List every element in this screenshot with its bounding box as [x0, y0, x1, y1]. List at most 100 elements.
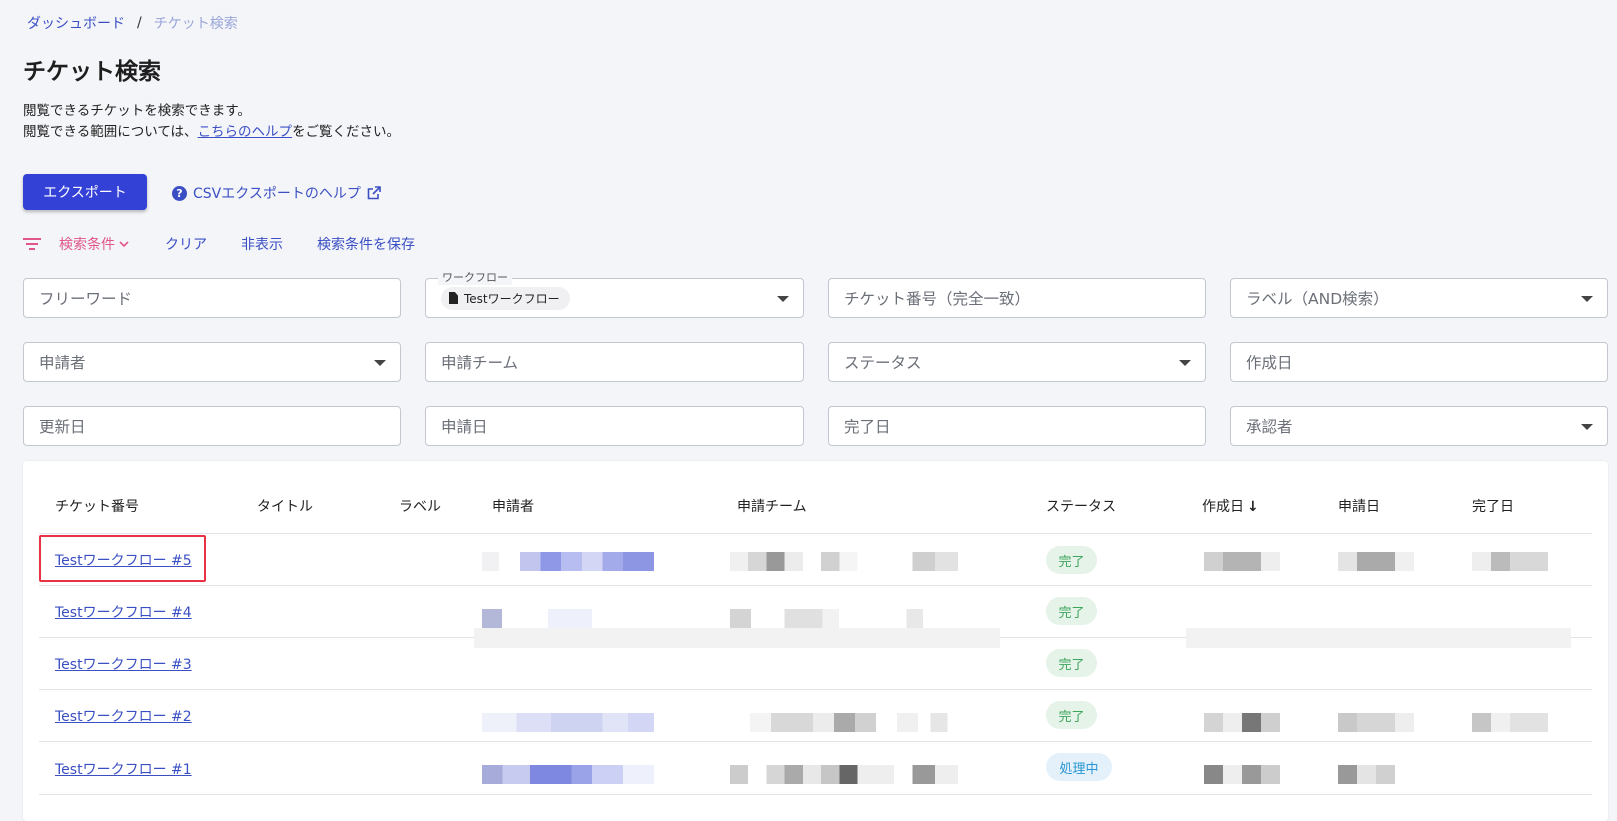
description-line-2: 閲覧できる範囲については、こちらのヘルプをご覧ください。 — [23, 122, 400, 143]
chevron-down-icon — [119, 241, 129, 248]
col-header-team[interactable]: 申請チーム — [737, 496, 807, 516]
hide-button[interactable]: 非表示 — [241, 234, 283, 254]
redacted-applied-date — [1338, 713, 1414, 732]
ticket-link[interactable]: Testワークフロー #3 — [55, 654, 192, 674]
status-badge: 完了 — [1046, 546, 1097, 574]
workflow-select[interactable]: ワークフロー Testワークフロー — [425, 271, 804, 318]
redacted-team — [730, 765, 958, 784]
row-divider — [39, 585, 1592, 586]
ticket-number-input[interactable]: チケット番号（完全一致） — [828, 278, 1206, 318]
dropdown-caret-icon — [1179, 360, 1191, 366]
breadcrumb-current: チケット検索 — [153, 16, 238, 32]
redacted-strip — [1186, 628, 1571, 648]
applied-date-input[interactable]: 申請日 — [425, 406, 804, 446]
csv-export-help-link[interactable]: ? CSVエクスポートのヘルプ — [172, 183, 381, 203]
help-link[interactable]: こちらのヘルプ — [198, 124, 293, 140]
page-title: チケット検索 — [23, 59, 161, 85]
workflow-chip[interactable]: Testワークフロー — [441, 286, 570, 310]
filter-bar: 検索条件 クリア 非表示 検索条件を保存 — [23, 234, 449, 254]
filter-icon — [23, 238, 41, 250]
status-badge: 処理中 — [1046, 753, 1112, 781]
clear-button[interactable]: クリア — [165, 234, 207, 254]
row-divider — [39, 741, 1592, 742]
redacted-completed-date — [1472, 713, 1548, 732]
help-icon: ? — [172, 185, 187, 201]
label-placeholder: ラベル（AND検索） — [1246, 290, 1389, 308]
col-header-created-label: 作成日 — [1202, 499, 1244, 515]
document-icon — [449, 292, 458, 304]
applicant-team-input[interactable]: 申請チーム — [425, 342, 804, 382]
status-badge: 完了 — [1046, 649, 1097, 677]
col-header-title[interactable]: タイトル — [257, 496, 313, 516]
external-link-icon — [367, 186, 381, 200]
ticket-link[interactable]: Testワークフロー #2 — [55, 706, 192, 726]
completed-date-input[interactable]: 完了日 — [828, 406, 1206, 446]
col-header-applied[interactable]: 申請日 — [1338, 496, 1380, 516]
dropdown-caret-icon — [1581, 424, 1593, 430]
ticket-link[interactable]: Testワークフロー #4 — [55, 602, 192, 622]
freeword-placeholder: フリーワード — [39, 290, 133, 308]
breadcrumb: ダッシュボード / チケット検索 — [27, 13, 238, 33]
row-divider — [39, 689, 1592, 690]
workflow-legend: ワークフロー — [438, 271, 512, 285]
redacted-applicant — [482, 765, 654, 784]
redacted-strip — [474, 628, 1000, 648]
redacted-applied-date — [1338, 552, 1414, 571]
approver-placeholder: 承認者 — [1246, 418, 1293, 436]
ticket-link[interactable]: Testワークフロー #1 — [55, 759, 192, 779]
dropdown-caret-icon — [374, 360, 386, 366]
export-button[interactable]: エクスポート — [23, 174, 147, 210]
status-badge: 完了 — [1046, 701, 1097, 729]
approver-select[interactable]: 承認者 — [1230, 406, 1608, 446]
search-conditions-toggle[interactable]: 検索条件 — [59, 234, 129, 254]
completed-date-placeholder: 完了日 — [844, 418, 891, 436]
status-badge: 完了 — [1046, 597, 1097, 625]
applicant-placeholder: 申請者 — [39, 354, 86, 372]
col-header-applicant[interactable]: 申請者 — [492, 496, 534, 516]
redacted-created-date — [1204, 713, 1280, 732]
created-date-placeholder: 作成日 — [1246, 354, 1293, 372]
dropdown-caret-icon — [1581, 296, 1593, 302]
save-conditions-button[interactable]: 検索条件を保存 — [317, 234, 415, 254]
redacted-team — [730, 609, 940, 628]
breadcrumb-dashboard-link[interactable]: ダッシュボード — [27, 13, 125, 33]
row-divider — [39, 533, 1592, 534]
status-placeholder: ステータス — [844, 354, 922, 372]
row-divider — [39, 794, 1592, 795]
updated-date-placeholder: 更新日 — [39, 418, 86, 436]
redacted-applicant — [482, 552, 654, 571]
description-text-end: をご覧ください。 — [292, 123, 401, 140]
redacted-completed-date — [1472, 552, 1548, 571]
breadcrumb-separator: / — [137, 15, 142, 31]
col-header-created[interactable]: 作成日 ↓ — [1202, 496, 1259, 516]
description-line-1: 閲覧できるチケットを検索できます。 — [23, 103, 251, 119]
redacted-team — [750, 713, 960, 732]
label-select[interactable]: ラベル（AND検索） — [1230, 278, 1608, 318]
redacted-team — [730, 552, 958, 571]
col-header-status[interactable]: ステータス — [1046, 496, 1116, 516]
redacted-created-date — [1204, 765, 1280, 784]
updated-date-input[interactable]: 更新日 — [23, 406, 401, 446]
redacted-created-date — [1204, 552, 1280, 571]
workflow-chip-label: Testワークフロー — [464, 291, 560, 306]
sort-down-icon: ↓ — [1247, 499, 1259, 515]
dropdown-caret-icon — [777, 296, 789, 302]
highlight-box — [39, 535, 206, 582]
status-select[interactable]: ステータス — [828, 342, 1206, 382]
col-header-ticket-number[interactable]: チケット番号 — [55, 496, 139, 516]
redacted-applicant — [482, 713, 654, 732]
col-header-completed[interactable]: 完了日 — [1472, 496, 1514, 516]
search-conditions-label: 検索条件 — [59, 237, 115, 253]
csv-help-label: CSVエクスポートのヘルプ — [193, 186, 361, 202]
applied-date-placeholder: 申請日 — [441, 418, 488, 436]
freeword-input[interactable]: フリーワード — [23, 278, 401, 318]
redacted-applied-date — [1338, 765, 1414, 784]
description-text: 閲覧できる範囲については、 — [23, 123, 198, 140]
applicant-team-placeholder: 申請チーム — [441, 354, 519, 372]
ticket-number-placeholder: チケット番号（完全一致） — [844, 290, 1031, 308]
redacted-applicant — [482, 609, 592, 628]
applicant-select[interactable]: 申請者 — [23, 342, 401, 382]
col-header-label[interactable]: ラベル — [399, 496, 441, 516]
created-date-input[interactable]: 作成日 — [1230, 342, 1608, 382]
page-description: 閲覧できるチケットを検索できます。 閲覧できる範囲については、こちらのヘルプをご… — [23, 101, 400, 142]
